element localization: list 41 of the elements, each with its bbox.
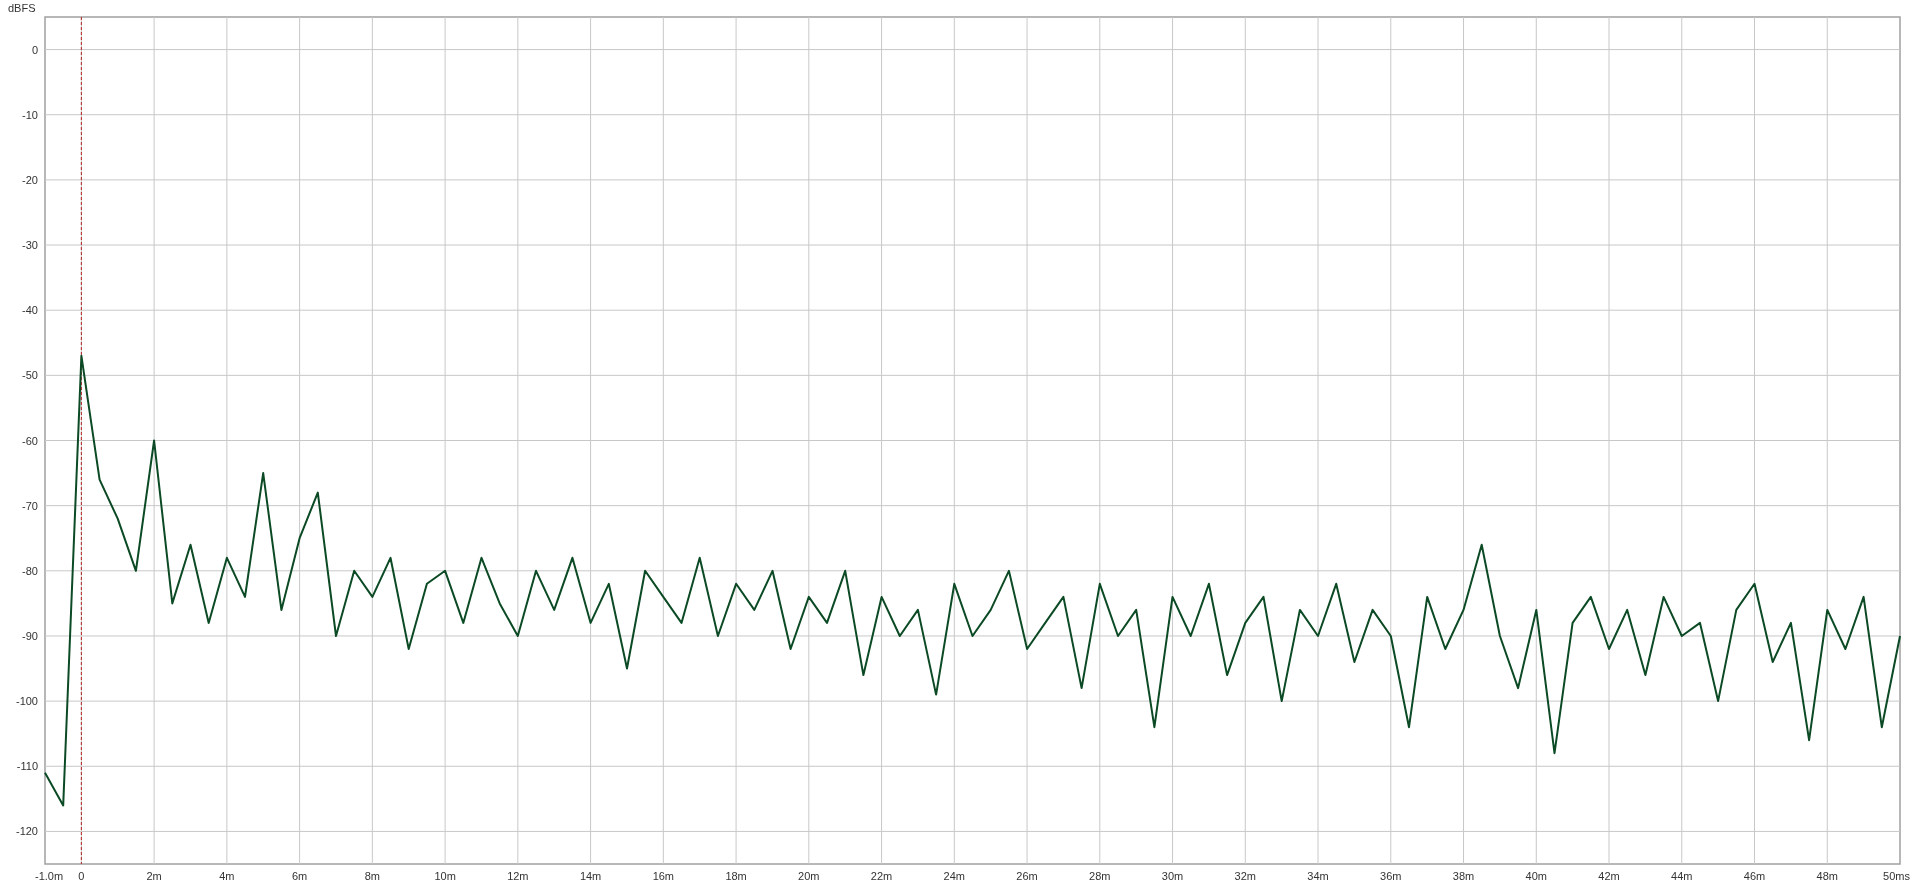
x-tick-label: 26m [1016, 870, 1038, 882]
x-tick-label: 48m [1816, 870, 1838, 882]
y-tick-label: -40 [22, 304, 38, 317]
x-tick-label: 10m [434, 870, 456, 882]
y-tick-label: -30 [22, 239, 38, 252]
x-tick-label: 16m [652, 870, 675, 882]
y-tick-label: -20 [22, 173, 38, 186]
y-axis-label: dBFS [8, 2, 36, 14]
x-tick-label: 4m [219, 870, 235, 882]
y-tick-label: -50 [22, 369, 38, 382]
x-tick-label: 40m [1525, 870, 1547, 882]
x-tick-label: 44m [1671, 870, 1693, 882]
x-tick-label: 36m [1380, 870, 1402, 882]
y-tick-label: 0 [31, 43, 38, 56]
x-tick-label: 6m [291, 870, 308, 882]
x-tick-label: 2m [146, 870, 162, 882]
x-tick-label: 34m [1307, 870, 1329, 882]
x-tick-label: 38m [1452, 870, 1475, 882]
x-tick-label: 32m [1234, 870, 1256, 882]
x-tick-label: 46m [1743, 870, 1766, 882]
x-tick-label: 22m [870, 870, 893, 882]
x-tick-label: 24m [943, 870, 965, 882]
x-tick-label: 30m [1161, 870, 1184, 882]
x-tick-label: 50ms [1883, 870, 1910, 882]
y-tick-label: -80 [22, 564, 38, 577]
x-tick-label: 12m [507, 870, 529, 882]
y-tick-label: -110 [16, 760, 38, 773]
y-tick-label: -90 [22, 629, 38, 642]
y-tick-label: -70 [22, 499, 38, 512]
x-tick-label: 20m [798, 870, 820, 882]
x-tick-label: 42m [1598, 870, 1620, 882]
x-tick-label: 14m [579, 870, 602, 882]
x-tick-label: 18m [725, 870, 747, 882]
x-tick-label: 28m [1089, 870, 1111, 882]
x-tick-label: 8m [364, 870, 380, 882]
y-tick-label: -60 [22, 434, 38, 447]
x-tick-label: -1.0m [35, 870, 64, 882]
y-tick-label: -10 [22, 108, 38, 121]
x-tick-label: 0 [78, 870, 85, 882]
y-tick-label: -120 [15, 825, 38, 838]
y-tick-label: -100 [15, 695, 38, 708]
